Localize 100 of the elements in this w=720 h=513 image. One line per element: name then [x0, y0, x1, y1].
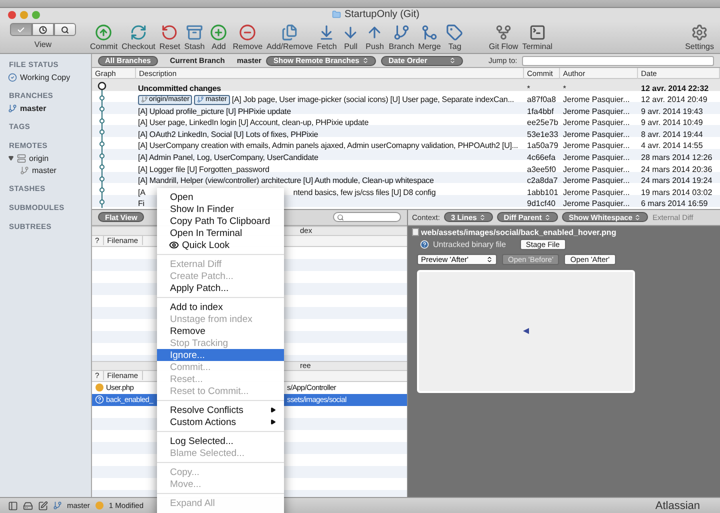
- menu-item[interactable]: Open: [157, 191, 284, 203]
- question-icon: [420, 240, 429, 249]
- commit-author: Jerome Pasquier...: [562, 188, 631, 197]
- commit-author: Jerome Pasquier...: [562, 153, 631, 162]
- commit-date: 24 mars 2014 19:24: [640, 176, 714, 186]
- toolbar-button[interactable]: Stash: [182, 23, 207, 51]
- server-icon: [17, 154, 26, 162]
- toolbar-button[interactable]: Terminal: [520, 23, 554, 51]
- toolbar-button[interactable]: Push: [362, 23, 387, 51]
- window-title: StartupOnly (Git): [344, 9, 420, 20]
- commit-description: [A: [138, 188, 146, 197]
- sidebar-item[interactable]: origin: [29, 154, 49, 162]
- menu-item[interactable]: Custom Actions: [157, 416, 284, 428]
- toolbar-button[interactable]: Git Flow: [486, 23, 520, 51]
- commit-hash: 9d1cf40: [526, 199, 556, 208]
- commit-date: 19 mars 2014 03:02: [640, 188, 714, 197]
- commit-hash: a3ee5f0: [526, 164, 557, 174]
- expanded-triangle-icon[interactable]: [8, 155, 14, 161]
- question-icon: [95, 395, 104, 404]
- settings-icon: [691, 24, 708, 41]
- commit-description: [A] UserCompany creation with emails, Admin panels ajaxed, Admin userComapny validation, PHPOAuth2 [U]...: [138, 141, 518, 150]
- check-icon: [17, 26, 25, 34]
- menu-item[interactable]: Quick Look: [157, 239, 284, 251]
- sidebar-toggle-icon[interactable]: [8, 500, 18, 510]
- updown-icon: [634, 214, 642, 221]
- updown-icon: [478, 214, 486, 221]
- toolbar-button[interactable]: Checkout: [120, 23, 158, 51]
- commit-date: 9 avr. 2014 19:43: [640, 106, 704, 116]
- commit-author: Jerome Pasquier...: [562, 106, 631, 116]
- sidebar-item[interactable]: master: [32, 166, 56, 174]
- branch-icon: [197, 96, 204, 104]
- search-icon: [61, 26, 69, 34]
- modified-status-icon: [95, 383, 104, 392]
- commit-author: Jerome Pasquier...: [562, 130, 631, 139]
- view-mode-button[interactable]: [32, 23, 54, 36]
- updown-icon: [449, 57, 456, 64]
- sidebar-item[interactable]: master: [20, 104, 46, 112]
- updown-icon: [362, 57, 370, 64]
- toolbar-button[interactable]: Commit: [88, 23, 120, 51]
- commit-author: Jerome Pasquier...: [562, 95, 631, 104]
- toolbar-button[interactable]: Branch: [386, 23, 416, 51]
- fork-icon: [495, 24, 512, 41]
- toolbar-button[interactable]: Settings: [683, 23, 716, 51]
- files-icon: [281, 24, 298, 41]
- updown-icon: [544, 214, 551, 221]
- commit-description: [A] User page, LinkedIn login [U] Account, clean-up, PHPixie update: [138, 118, 369, 128]
- toolbar-button[interactable]: Add: [206, 23, 231, 51]
- menu-item[interactable]: Remove: [157, 325, 284, 337]
- commit-hash: 1a50a79: [526, 141, 560, 150]
- updown-icon: [486, 256, 493, 263]
- branch-icon: [392, 24, 410, 41]
- commit-date: 28 mars 2014 12:26: [640, 153, 714, 162]
- menu-item[interactable]: Ignore...: [157, 349, 284, 361]
- commit-date: 12 avr. 2014 22:32: [640, 84, 710, 92]
- edit-icon[interactable]: [38, 500, 48, 510]
- commit-hash: 4c66efa: [526, 153, 556, 162]
- commit-description: [A] Upload profile_picture [U] PHPixie update: [138, 106, 291, 116]
- modified-status-icon: [94, 501, 104, 510]
- commit-author: *: [562, 84, 568, 92]
- commit-hash: a87f0a8: [526, 95, 557, 104]
- commit-description: [A] Job page, User image-picker (social icons) [U] User page, Separate indexCan...: [232, 95, 514, 104]
- toolbar-button[interactable]: Add/Remove: [264, 23, 315, 51]
- plus-circle-icon: [210, 24, 228, 41]
- minus-circle-icon: [239, 24, 256, 41]
- menu-item[interactable]: Resolve Conflicts: [157, 404, 284, 416]
- close-button[interactable]: [8, 10, 16, 18]
- menu-item[interactable]: Log Selected...: [157, 435, 284, 447]
- menu-item[interactable]: Show In Finder: [157, 203, 284, 215]
- drive-icon[interactable]: [23, 500, 33, 510]
- commit-description: ntend basics, few js/css files [U] D8 config: [293, 188, 436, 197]
- commit-author: Jerome Pasquier...: [562, 199, 631, 208]
- toolbar-button[interactable]: Reset: [157, 23, 182, 51]
- commit-author: Jerome Pasquier...: [562, 141, 631, 150]
- view-mode-button[interactable]: [54, 23, 76, 36]
- menu-item[interactable]: Copy Path To Clipboard: [157, 215, 284, 227]
- toolbar-button[interactable]: Fetch: [314, 23, 339, 51]
- menu-item[interactable]: Open In Terminal: [157, 227, 284, 239]
- commit-date: 24 mars 2014 20:36: [640, 164, 714, 174]
- branch-icon: [20, 166, 29, 174]
- commit-hash: c2a8da7: [526, 176, 559, 186]
- commit-description: [A] Mandrill, Helper (view/controller) architecture [U] Auth module, Clean-up whitespace: [138, 176, 434, 186]
- toolbar-button[interactable]: Tag: [442, 23, 467, 51]
- menu-item[interactable]: Add to index: [157, 301, 284, 313]
- rotate-left-icon: [161, 24, 178, 41]
- menu-item[interactable]: Apply Patch...: [157, 282, 284, 294]
- view-label: View: [34, 40, 52, 49]
- arrow-up-circle-icon: [95, 24, 112, 41]
- toolbar-button[interactable]: Pull: [338, 23, 363, 51]
- tag-icon: [446, 24, 464, 41]
- commit-hash: 1fa4bbf: [526, 106, 555, 116]
- sidebar-item[interactable]: Working Copy: [20, 72, 70, 82]
- toolbar-button[interactable]: Remove: [230, 23, 265, 51]
- jump-to-field[interactable]: [522, 56, 714, 66]
- commit-hash: 53e1e33: [526, 130, 560, 139]
- branch-icon: [53, 501, 62, 510]
- commit-date: 12 avr. 2014 20:49: [640, 95, 708, 104]
- eye-icon: [169, 240, 179, 250]
- search-field[interactable]: [333, 212, 401, 222]
- toolbar-button[interactable]: Merge: [416, 23, 443, 51]
- commit-description: Fi: [138, 199, 144, 208]
